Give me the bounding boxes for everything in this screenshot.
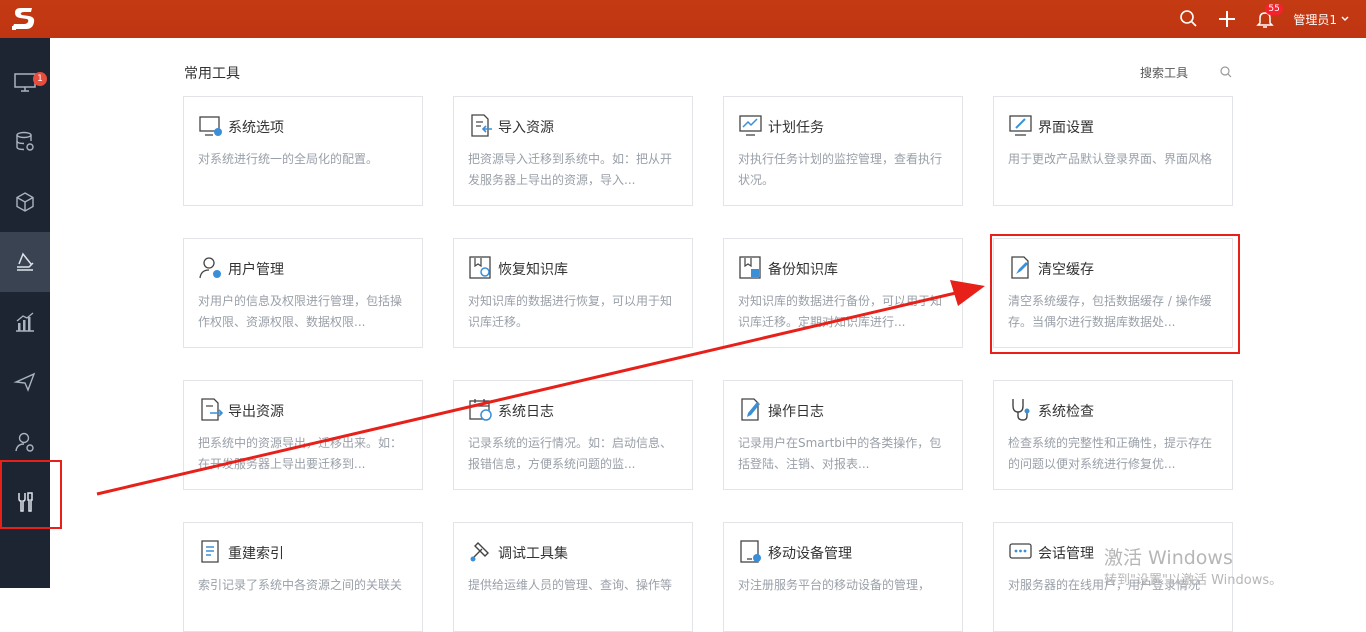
tool-card[interactable]: 调试工具集提供给运维人员的管理、查询、操作等 bbox=[453, 522, 693, 632]
tool-card-title: 移动设备管理 bbox=[768, 546, 852, 562]
layers-icon bbox=[17, 252, 34, 271]
bar-chart-icon bbox=[16, 312, 34, 332]
tool-card[interactable]: 用户管理对用户的信息及权限进行管理，包括操作权限、资源权限、数据权限... bbox=[183, 238, 423, 348]
tool-card-description: 索引记录了系统中各资源之间的关联关 bbox=[198, 578, 403, 592]
sidebar-item-send[interactable] bbox=[0, 352, 50, 412]
export-icon bbox=[201, 398, 224, 421]
user-management-icon bbox=[199, 257, 221, 279]
tool-card-title: 系统选项 bbox=[228, 120, 284, 136]
tool-card-title: 计划任务 bbox=[768, 120, 824, 136]
user-name-label: 管理员1 bbox=[1293, 12, 1337, 27]
tool-card[interactable]: 导入资源把资源导入迁移到系统中。如：把从开发服务器上导出的资源，导入... bbox=[453, 96, 693, 206]
tool-card-title: 备份知识库 bbox=[768, 262, 838, 278]
tool-card-title: 用户管理 bbox=[228, 262, 284, 278]
user-menu[interactable]: 管理员1 bbox=[1293, 11, 1350, 28]
tool-card[interactable]: 备份知识库对知识库的数据进行备份，可以用于知识库迁移。定期对知识库进行... bbox=[723, 238, 963, 348]
session-icon bbox=[1009, 543, 1032, 559]
tool-card-title: 导入资源 bbox=[498, 120, 554, 136]
chevron-down-icon bbox=[1341, 16, 1349, 21]
sidebar-item-monitor[interactable]: 1 bbox=[0, 52, 50, 112]
restore-icon bbox=[469, 256, 491, 279]
search-tools-label[interactable]: 搜索工具 bbox=[1140, 64, 1188, 81]
ui-settings-icon bbox=[1009, 115, 1032, 136]
tool-card-title: 操作日志 bbox=[768, 404, 824, 420]
tool-card-title: 导出资源 bbox=[228, 404, 284, 420]
plus-icon[interactable] bbox=[1217, 9, 1237, 29]
top-bar: 55 管理员1 bbox=[0, 0, 1366, 38]
tool-card[interactable]: 操作日志记录用户在Smartbi中的各类操作，包括登陆、注销、对报表... bbox=[723, 380, 963, 490]
tool-card-title: 调试工具集 bbox=[498, 546, 568, 562]
operation-log-icon bbox=[741, 398, 760, 421]
system-options-icon bbox=[199, 116, 222, 136]
sidebar-highlight-box bbox=[0, 460, 62, 529]
tool-card-description: 提供给运维人员的管理、查询、操作等 bbox=[468, 578, 673, 592]
tool-card-description: 对执行任务计划的监控管理，查看执行状况。 bbox=[738, 152, 943, 187]
tool-card[interactable]: 导出资源把系统中的资源导出，迁移出来。如：在开发服务器上导出要迁移到... bbox=[183, 380, 423, 490]
card-highlight-box bbox=[990, 234, 1240, 354]
tool-card[interactable]: 界面设置用于更改产品默认登录界面、界面风格 bbox=[993, 96, 1233, 206]
database-settings-icon bbox=[16, 131, 34, 151]
sidebar-badge: 1 bbox=[33, 72, 47, 86]
watermark-title: 激活 Windows bbox=[1104, 547, 1233, 569]
tool-card[interactable]: 系统日志记录系统的运行情况。如：启动信息、报错信息，方便系统问题的监... bbox=[453, 380, 693, 490]
tool-card-description: 用于更改产品默认登录界面、界面风格 bbox=[1008, 152, 1213, 166]
tool-card-description: 对知识库的数据进行恢复，可以用于知识库迁移。 bbox=[468, 294, 673, 329]
tool-card-description: 对知识库的数据进行备份，可以用于知识库迁移。定期对知识库进行... bbox=[738, 294, 943, 329]
watermark-subtitle: 转到"设置"以激活 Windows。 bbox=[1104, 573, 1283, 588]
smartbi-logo-icon[interactable] bbox=[10, 5, 40, 33]
tool-card-description: 对注册服务平台的移动设备的管理， bbox=[738, 578, 931, 592]
tool-card-description: 把资源导入迁移到系统中。如：把从开发服务器上导出的资源，导入... bbox=[468, 152, 673, 187]
notification-badge: 55 bbox=[1265, 3, 1283, 15]
tool-card-description: 记录用户在Smartbi中的各类操作，包括登陆、注销、对报表... bbox=[738, 436, 942, 471]
tool-card-description: 把系统中的资源导出，迁移出来。如：在开发服务器上导出要迁移到... bbox=[198, 436, 403, 471]
sidebar-item-layers[interactable] bbox=[0, 232, 50, 292]
system-log-icon bbox=[469, 399, 492, 421]
search-icon[interactable] bbox=[1179, 9, 1199, 29]
tool-card[interactable]: 系统检查检查系统的完整性和正确性，提示存在的问题以便对系统进行修复优... bbox=[993, 380, 1233, 490]
tool-card-description: 对系统进行统一的全局化的配置。 bbox=[198, 152, 379, 166]
import-icon bbox=[471, 114, 492, 137]
tool-card-title: 系统日志 bbox=[498, 404, 554, 420]
tool-card-description: 检查系统的完整性和正确性，提示存在的问题以便对系统进行修复优... bbox=[1008, 436, 1213, 471]
stethoscope-icon bbox=[1012, 399, 1030, 421]
sidebar-item-database[interactable] bbox=[0, 112, 50, 172]
tool-card-title: 系统检查 bbox=[1038, 404, 1094, 420]
mobile-device-icon bbox=[740, 540, 761, 563]
send-icon bbox=[13, 372, 36, 392]
sidebar-item-chart[interactable] bbox=[0, 292, 50, 352]
tool-card-title: 重建索引 bbox=[228, 546, 284, 562]
cube-icon bbox=[16, 192, 34, 212]
tool-card[interactable]: 重建索引索引记录了系统中各资源之间的关联关 bbox=[183, 522, 423, 632]
user-settings-icon bbox=[15, 432, 34, 452]
tool-card[interactable]: 移动设备管理对注册服务平台的移动设备的管理， bbox=[723, 522, 963, 632]
tool-card-description: 记录系统的运行情况。如：启动信息、报错信息，方便系统问题的监... bbox=[468, 436, 673, 471]
tool-card-title: 界面设置 bbox=[1038, 120, 1094, 136]
section-title: 常用工具 bbox=[184, 66, 240, 82]
search-icon[interactable] bbox=[1220, 66, 1232, 78]
tool-card[interactable]: 恢复知识库对知识库的数据进行恢复，可以用于知识库迁移。 bbox=[453, 238, 693, 348]
sidebar-item-cube[interactable] bbox=[0, 172, 50, 232]
tool-card[interactable]: 计划任务对执行任务计划的监控管理，查看执行状况。 bbox=[723, 96, 963, 206]
tool-card-title: 会话管理 bbox=[1038, 546, 1094, 562]
tool-card[interactable]: 系统选项对系统进行统一的全局化的配置。 bbox=[183, 96, 423, 206]
tool-card-title: 恢复知识库 bbox=[498, 262, 568, 278]
bell-icon[interactable]: 55 bbox=[1255, 3, 1283, 29]
tool-card-description: 对用户的信息及权限进行管理，包括操作权限、资源权限、数据权限... bbox=[198, 294, 403, 329]
debug-tools-icon bbox=[470, 542, 489, 562]
rebuild-index-icon bbox=[201, 540, 219, 563]
backup-icon bbox=[739, 256, 761, 279]
schedule-icon bbox=[739, 115, 762, 136]
